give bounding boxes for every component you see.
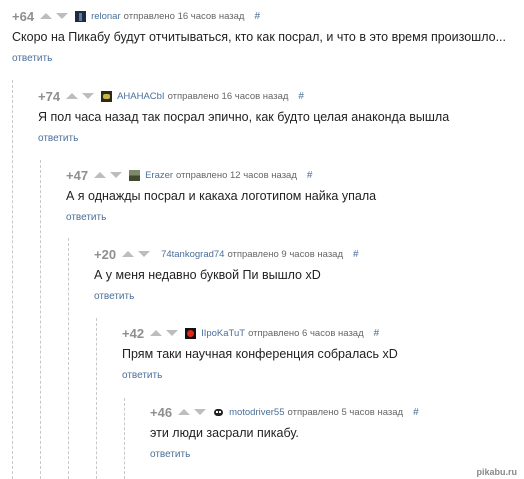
comment-header: +64 relonar отправлено 16 часов назад # [12, 6, 260, 26]
author-link[interactable]: AHAHACbI [117, 91, 165, 102]
comment: +64 relonar отправлено 16 часов назад # … [12, 6, 524, 66]
downvote-arrow-icon[interactable] [194, 409, 207, 415]
permalink-hash[interactable]: # [307, 170, 313, 181]
comment-header: +47 Erazer отправлено 12 часов назад # [66, 165, 312, 185]
comment-text: Скоро на Пикабу будут отчитываться, кто … [12, 30, 506, 44]
comment-timestamp: отправлено 12 часов назад [176, 169, 297, 181]
permalink-hash[interactable]: # [374, 328, 380, 339]
downvote-arrow-icon[interactable] [56, 13, 69, 19]
comment-timestamp: отправлено 16 часов назад [167, 90, 289, 102]
permalink-hash[interactable]: # [254, 11, 260, 22]
downvote-arrow-icon[interactable] [82, 93, 95, 99]
comment-header: +46 motodriver55 отправлено 5 часов наза… [150, 402, 419, 422]
upvote-arrow-icon[interactable] [66, 93, 79, 99]
reply-link[interactable]: ответить [66, 212, 106, 223]
comment-text: А у меня недавно буквой Пи вышло xD [94, 268, 321, 282]
upvote-arrow-icon[interactable] [122, 251, 135, 257]
avatar[interactable] [213, 406, 225, 418]
comment: +20 74tankograd74 отправлено 9 часов наз… [94, 244, 524, 304]
avatar[interactable] [75, 10, 87, 22]
thread-line [68, 238, 69, 479]
reply-link[interactable]: ответить [12, 53, 52, 64]
comment-header: +74 AHAHACbI отправлено 16 часов назад # [38, 86, 304, 106]
permalink-hash[interactable]: # [298, 91, 304, 102]
comment-rating: +20 [94, 246, 117, 262]
author-link[interactable]: 74tankograd74 [161, 249, 224, 260]
comment: +42 IIpoKaTuT отправлено 6 часов назад #… [122, 323, 524, 383]
comment-header: +20 74tankograd74 отправлено 9 часов наз… [94, 244, 359, 264]
permalink-hash[interactable]: # [353, 249, 359, 260]
avatar[interactable] [185, 327, 197, 339]
comment-timestamp: отправлено 9 часов назад [227, 248, 344, 260]
watermark: pikabu.ru [476, 467, 517, 477]
comment-timestamp: отправлено 5 часов назад [287, 406, 404, 418]
permalink-hash[interactable]: # [413, 407, 419, 418]
comment-rating: +42 [122, 325, 145, 341]
thread-line [40, 160, 41, 479]
avatar[interactable] [101, 90, 113, 102]
upvote-arrow-icon[interactable] [150, 330, 163, 336]
upvote-arrow-icon[interactable] [178, 409, 191, 415]
thread-line [124, 398, 125, 479]
comment-timestamp: отправлено 6 часов назад [248, 327, 364, 339]
reply-link[interactable]: ответить [94, 291, 134, 302]
downvote-arrow-icon[interactable] [166, 330, 179, 336]
thread-line [96, 318, 97, 479]
upvote-arrow-icon[interactable] [94, 172, 107, 178]
comment-text: эти люди засрали пикабу. [150, 426, 299, 440]
reply-link[interactable]: ответить [150, 449, 190, 460]
upvote-arrow-icon[interactable] [40, 13, 53, 19]
author-link[interactable]: motodriver55 [229, 407, 284, 418]
comment-rating: +46 [150, 404, 173, 420]
comment: +47 Erazer отправлено 12 часов назад # А… [66, 165, 524, 225]
comment-header: +42 IIpoKaTuT отправлено 6 часов назад # [122, 323, 379, 343]
downvote-arrow-icon[interactable] [110, 172, 123, 178]
thread-line [12, 80, 13, 479]
author-link[interactable]: relonar [91, 11, 121, 22]
comment-rating: +64 [12, 8, 35, 24]
comment: +74 AHAHACbI отправлено 16 часов назад #… [38, 86, 524, 146]
comment: +46 motodriver55 отправлено 5 часов наза… [150, 402, 524, 462]
avatar[interactable] [129, 169, 141, 181]
reply-link[interactable]: ответить [38, 133, 78, 144]
author-link[interactable]: IIpoKaTuT [201, 328, 245, 339]
author-link[interactable]: Erazer [145, 170, 173, 181]
comment-text: Прям таки научная конференция собралась … [122, 347, 398, 361]
comment-rating: +74 [38, 88, 61, 104]
comment-text: Я пол часа назад так посрал эпично, как … [38, 110, 450, 124]
comment-rating: +47 [66, 167, 89, 183]
reply-link[interactable]: ответить [122, 370, 162, 381]
downvote-arrow-icon[interactable] [138, 251, 151, 257]
comment-timestamp: отправлено 16 часов назад [123, 10, 245, 22]
comment-text: А я однажды посрал и какаха логотипом на… [66, 189, 377, 203]
